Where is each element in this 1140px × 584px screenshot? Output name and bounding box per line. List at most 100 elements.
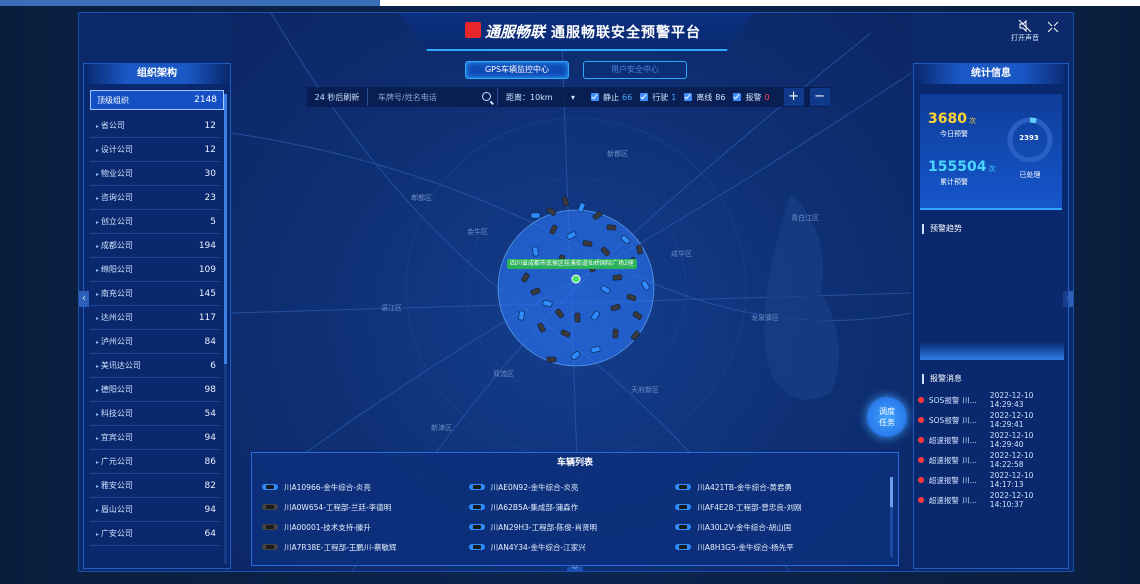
org-root-count: 2148 [194,95,217,105]
vehicle-item[interactable]: 川AF4E28-工程部-曾忠良-刘刚 [675,497,882,517]
filter-label: 离线 [696,92,713,102]
tab-user-safety[interactable]: 用户安全中心 [583,61,687,79]
vehicle-item[interactable]: 川A0W654-工程部-兰廷-李德明 [262,497,469,517]
org-item-count: 109 [198,264,216,275]
zoom-out-button[interactable]: − [809,88,830,106]
search-input[interactable]: 车牌号/姓名电话 [367,88,497,106]
dispatch-task-button[interactable]: 调度任务 [867,397,907,437]
vehicle-row: 川A0W654-工程部-兰廷-李德明 川A62B5A-集成部-蒲森作 川AF4E28… [262,497,882,517]
vehicle-marker[interactable] [546,356,557,363]
vehicle-item[interactable]: 川AE0N92-金牛综合-炎亮 [468,477,676,497]
org-item[interactable]: 广元公司 86 [90,450,220,474]
tab-gps-monitor[interactable]: GPS车辆监控中心 [465,61,569,79]
vehicle-item[interactable]: 川A00001-技术支持-滕升 [262,517,469,537]
vehicle-marker[interactable] [574,312,581,323]
org-item-name: 南充公司 [96,288,133,299]
vehicle-item[interactable]: 川AN29H3-工程部-陈俊-肖贤明 [468,517,676,537]
vehicle-item[interactable]: 川A10966-金牛综合-炎亮 [262,477,469,497]
org-item[interactable]: 泸州公司 84 [90,330,220,354]
fullscreen-icon[interactable] [1047,21,1059,33]
alert-time: 2022-12-10 14:29:41 [989,411,1034,429]
car-icon [468,484,485,490]
vehicle-plate: 川AN4Y34-金牛综合-江家兴 [490,542,586,552]
alert-dot-icon [918,417,924,423]
vehicle-item[interactable]: 川A8H3G5-金牛综合-杨先平 [675,537,882,557]
alert-org: 川... [962,475,977,485]
distance-select[interactable]: 距离：10km ▾ [497,88,583,106]
org-item[interactable]: 设计公司 12 [90,138,220,162]
alert-item[interactable]: 超速报警 川... 2022-12-10 14:22:58 [914,450,1068,470]
checkbox-icon[interactable] [684,93,693,101]
vehicle-item[interactable]: 川A421TB-金牛综合-黄君勇 [675,477,882,497]
org-item[interactable]: 达州公司 117 [90,306,220,330]
filter-stationary[interactable]: 静止 66 [591,92,632,103]
alert-org: 川... [962,435,977,445]
filter-alarm[interactable]: 报警 0 [733,92,770,103]
org-item[interactable]: 美讯达公司 6 [90,354,220,378]
org-item[interactable]: 创立公司 5 [90,210,220,234]
org-item[interactable]: 广安公司 64 [90,522,220,546]
alert-time: 2022-12-10 14:29:43 [989,391,1034,409]
org-root-name: 顶级组织 [97,95,129,105]
org-item-name: 设计公司 [96,144,133,155]
zoom-in-button[interactable]: + [783,88,804,106]
filter-offline[interactable]: 离线 86 [684,92,725,103]
org-item[interactable]: 科技公司 54 [90,402,220,426]
collapse-vehicle-list-button[interactable]: ︾ [567,567,583,571]
alert-item[interactable]: 超速报警 川... 2022-12-10 14:29:40 [914,430,1068,450]
map-label: 天府新区 [631,386,659,394]
org-item[interactable]: 物业公司 30 [90,162,220,186]
org-root-item[interactable]: 顶级组织 2148 [90,90,224,110]
checkbox-icon[interactable] [640,93,649,101]
org-item[interactable]: 宜宾公司 94 [90,426,220,450]
vehicle-marker[interactable] [606,224,617,231]
map-toolbar: 24 秒后刷新 车牌号/姓名电话 距离：10km ▾ 静止 66 行驶 1 离线 86… [307,87,830,107]
sound-toggle[interactable]: 打开声音 [1005,19,1045,43]
vehicle-item[interactable]: 川AN4Y34-金牛综合-江家兴 [468,537,676,557]
org-item[interactable]: 眉山公司 94 [90,498,220,522]
vehicle-item[interactable]: 川A30L2V-金牛综合-胡山国 [675,517,882,537]
checkbox-icon[interactable] [591,93,599,101]
today-alerts-value: 3680 [928,111,967,127]
alert-item[interactable]: 超速报警 川... 2022-12-10 14:10:37 [914,490,1068,510]
alert-item[interactable]: SOS报警 川... 2022-12-10 14:29:41 [914,410,1068,430]
vehicle-marker[interactable] [612,274,623,281]
alert-dot-icon [918,497,924,503]
alert-type: 超速报警 [928,455,959,465]
org-item-count: 5 [210,216,216,227]
org-item[interactable]: 雅安公司 82 [90,474,220,498]
org-item[interactable]: 绵阳公司 109 [90,258,220,282]
alert-type: SOS报警 [928,395,960,405]
refresh-countdown: 24 秒后刷新 [314,92,360,102]
map-label: 青白江区 [791,214,819,222]
vehicle-list-scroll-thumb[interactable] [890,477,893,507]
org-item[interactable]: 咨询公司 23 [90,186,220,210]
logo-icon [465,22,481,38]
org-item[interactable]: 省公司 12 [90,114,220,138]
org-item[interactable]: 德阳公司 98 [90,378,220,402]
org-item-count: 12 [204,120,216,131]
alert-item[interactable]: 超速报警 川... 2022-12-10 14:17:13 [914,470,1068,490]
alert-time: 2022-12-10 14:22:58 [989,451,1034,469]
vehicle-marker[interactable] [532,246,539,257]
search-icon[interactable] [482,92,491,101]
vehicle-marker[interactable] [612,328,619,339]
org-item[interactable]: 成都公司 194 [90,234,220,258]
vehicle-list-scrollbar[interactable] [890,477,893,557]
vehicle-plate: 川A8H3G5-金牛综合-杨先平 [697,542,794,552]
collapse-left-button[interactable]: ‹ [79,291,89,307]
filter-driving[interactable]: 行驶 1 [640,92,676,103]
org-scrollbar-thumb[interactable] [224,94,227,364]
handled-label: 已处理 [1019,171,1041,179]
org-item[interactable]: 南充公司 145 [90,282,220,306]
org-item-name: 广安公司 [96,528,133,539]
vehicle-item[interactable]: 川A7R38E-工程部-王鹏川-蔡敏辉 [262,537,469,557]
checkbox-icon[interactable] [733,93,742,101]
alert-item[interactable]: SOS报警 川... 2022-12-10 14:29:43 [914,390,1068,410]
org-item-name: 达州公司 [96,312,133,323]
vehicle-marker[interactable] [518,310,525,321]
filter-label: 静止 [603,92,619,102]
trend-title: 预警趋势 [922,224,1068,234]
vehicle-item[interactable]: 川A62B5A-集成部-蒲森作 [468,497,676,517]
vehicle-marker[interactable] [530,212,541,219]
